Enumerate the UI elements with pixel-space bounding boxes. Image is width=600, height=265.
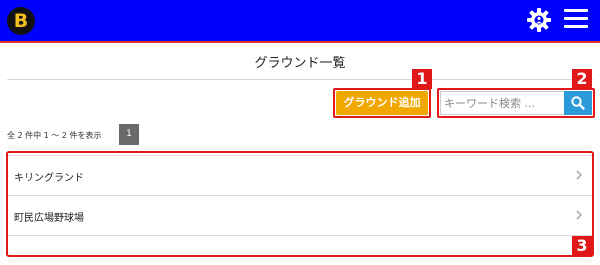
list-divider — [8, 235, 592, 236]
add-ground-button[interactable]: グラウンド追加 — [336, 91, 428, 115]
chevron-right-icon — [576, 170, 582, 180]
settings-gear-icon[interactable] — [526, 7, 552, 33]
ground-name: 町民広場野球場 — [14, 213, 84, 224]
menu-bar — [564, 17, 588, 20]
search-icon — [571, 96, 585, 110]
app-header: B — [0, 0, 600, 41]
keyword-search-input[interactable] — [440, 91, 564, 115]
search-button[interactable] — [564, 91, 592, 115]
hamburger-menu-icon[interactable] — [564, 9, 588, 29]
ground-name: キリングランド — [14, 173, 84, 184]
header-accent-line — [0, 41, 600, 43]
title-divider — [7, 79, 593, 80]
page-title: グラウンド一覧 — [254, 56, 346, 71]
annotation-badge-1: 1 — [412, 69, 432, 89]
annotation-badge-2: 2 — [572, 69, 592, 89]
list-item[interactable]: キリングランド — [8, 155, 592, 195]
annotation-badge-3: 3 — [572, 236, 592, 256]
chevron-right-icon — [576, 210, 582, 220]
menu-bar — [564, 25, 588, 28]
app-logo[interactable]: B — [7, 7, 35, 35]
menu-bar — [564, 9, 588, 12]
pagination-summary: 全 2 件中 1 ～ 2 件を表示 — [7, 131, 102, 140]
list-item[interactable]: 町民広場野球場 — [8, 195, 592, 235]
page-number-button[interactable]: 1 — [119, 124, 139, 145]
